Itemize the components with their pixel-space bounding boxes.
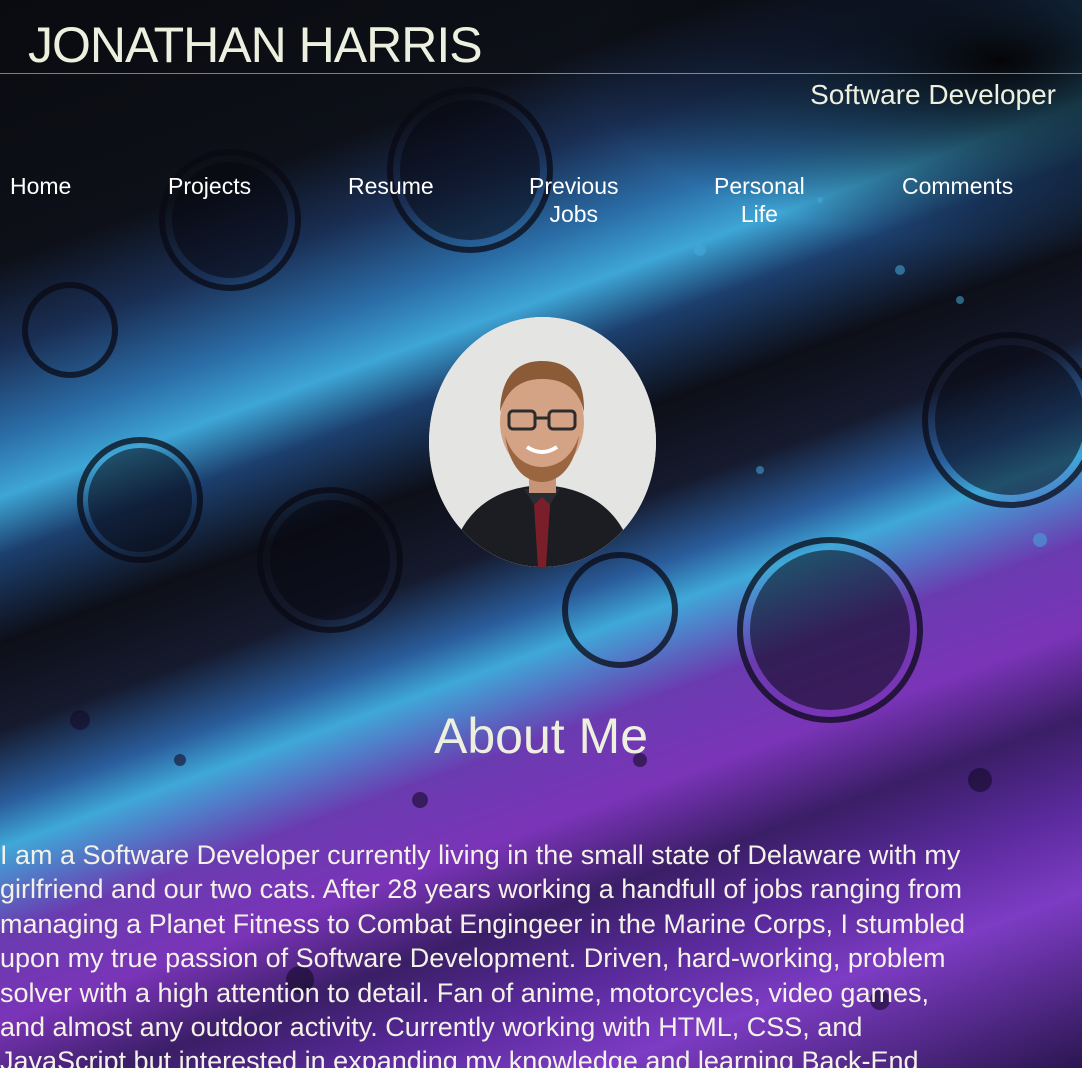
- site-name: JONATHAN HARRIS: [28, 17, 483, 73]
- bio-line: JavaScript but interested in expanding m…: [0, 1046, 919, 1068]
- nav-item-projects[interactable]: Projects: [168, 172, 251, 200]
- nav-item-home[interactable]: Home: [10, 172, 71, 200]
- about-bio: I am a Software Developer currently livi…: [0, 838, 1082, 1068]
- header-divider: [0, 73, 1082, 74]
- bio-line: managing a Planet Fitness to Combat Engi…: [0, 908, 966, 939]
- profile-photo: [429, 317, 656, 567]
- bio-line: upon my true passion of Software Develop…: [0, 943, 946, 974]
- section-title-about: About Me: [433, 708, 648, 764]
- nav-item-resume[interactable]: Resume: [348, 172, 434, 200]
- bio-line: girlfriend and our two cats. After 28 ye…: [0, 874, 963, 905]
- site-tagline: Software Developer: [810, 79, 1056, 110]
- bio-line: I am a Software Developer currently livi…: [0, 840, 961, 870]
- nav-item-comments[interactable]: Comments: [902, 172, 1013, 200]
- avatar-illustration: [429, 317, 656, 567]
- bio-line: and almost any outdoor activity. Current…: [0, 1012, 863, 1043]
- main-nav: Home Projects Resume Previous Jobs Perso…: [0, 172, 1082, 242]
- bio-line: solver with a high attention to detail. …: [0, 977, 929, 1008]
- nav-item-personal-life[interactable]: Personal Life: [714, 172, 805, 228]
- nav-item-previous-jobs[interactable]: Previous Jobs: [529, 172, 618, 228]
